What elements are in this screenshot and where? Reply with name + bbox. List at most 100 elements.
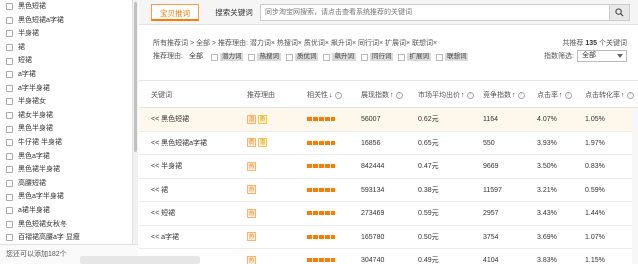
list-item[interactable]: 高腰短裙 (0, 177, 132, 191)
cell-keyword[interactable]: << 裙 (151, 179, 168, 202)
header-impressions[interactable]: 展现指数 ↑? (361, 90, 403, 100)
reason-label: 热搜词 (257, 53, 281, 61)
checkbox[interactable] (6, 16, 13, 24)
keyword-label: 黑色a字半身裙 (18, 193, 64, 201)
checkbox[interactable] (6, 30, 13, 38)
sort-arrow-icon[interactable]: ↑ (559, 92, 563, 99)
reason-option[interactable]: 同行词 (360, 53, 394, 61)
cell-keyword[interactable]: << a字裙 (151, 226, 179, 249)
reason-all-option[interactable]: 全部 (189, 50, 203, 64)
list-item[interactable]: 黑色短裙a字裙 (0, 14, 132, 28)
list-item[interactable]: 黑色a字裙 (0, 150, 132, 164)
sort-arrow-icon[interactable]: ↑ (512, 92, 516, 99)
checkbox[interactable] (6, 220, 13, 228)
tab-item-recommend[interactable]: 宝贝推词 (151, 4, 199, 21)
help-icon[interactable]: ? (334, 91, 342, 99)
table-row[interactable]: << 裙 593134 0.38元 11597 3.21% 0.59% 热 (139, 179, 638, 202)
list-item[interactable]: 短裙 (0, 54, 132, 68)
checkbox[interactable] (6, 193, 13, 201)
checkbox[interactable] (6, 180, 13, 188)
list-item[interactable]: 黑色裙半身裙 (0, 163, 132, 177)
left-list-scrollbar[interactable] (132, 0, 138, 244)
cell-keyword[interactable]: << 短裙 (151, 202, 175, 225)
header-relevance[interactable]: 相关性 ↓? (307, 90, 342, 100)
checkbox[interactable] (248, 53, 256, 61)
left-scroll-thumb[interactable] (134, 2, 137, 152)
checkbox[interactable] (360, 53, 368, 61)
list-item[interactable]: 半身裙 (0, 27, 132, 41)
checkbox[interactable] (6, 3, 13, 11)
relevance-bar (307, 140, 335, 145)
list-item[interactable]: 黑色a字半身裙 (0, 190, 132, 204)
list-item[interactable]: 百褶裙高腰a字 显瘦 (0, 231, 132, 244)
help-icon[interactable]: ? (564, 91, 572, 99)
checkbox[interactable] (6, 207, 13, 215)
checkbox[interactable] (6, 71, 13, 79)
search-button[interactable] (610, 4, 630, 21)
checkbox[interactable] (6, 98, 13, 106)
cell-reason: 热 (247, 249, 258, 264)
cell-keyword[interactable]: << 半身裙 (151, 155, 182, 178)
list-item[interactable]: 黑色半身裙 (0, 122, 132, 136)
help-icon[interactable]: ? (466, 91, 474, 99)
reason-option[interactable]: 联想词 (435, 53, 469, 61)
table-row[interactable]: << a字半身裙3047400.49元41043.83%1.15%热 (139, 249, 638, 264)
cell-relevance (307, 132, 335, 155)
header-ctr[interactable]: 点击率 ↑? (537, 90, 572, 100)
list-item[interactable]: 裙女半身裙 (0, 109, 132, 123)
reason-option[interactable]: 潜力词 (210, 53, 244, 61)
tab-search-keywords[interactable]: 搜索关键词 (209, 4, 259, 21)
header-avg-bid[interactable]: 市场平均出价 ↑? (418, 90, 474, 100)
sort-arrow-icon[interactable]: ↓ (329, 92, 333, 99)
list-item[interactable]: a字半身裙 (0, 82, 132, 96)
cell-impressions: 593134 (361, 186, 385, 194)
cell-keyword[interactable]: << 黑色短裙 (151, 108, 189, 131)
reason-option[interactable]: 飙升词 (323, 53, 356, 61)
checkbox[interactable] (6, 152, 13, 160)
help-icon[interactable]: ? (626, 91, 634, 99)
checkbox[interactable] (6, 234, 13, 242)
header-competition[interactable]: 竞争指数 ↑? (483, 90, 525, 100)
list-item[interactable]: a裙半身裙 (0, 204, 132, 218)
horizontal-scrollbar[interactable] (80, 256, 200, 264)
table-row[interactable]: << 黑色短裙 56007 0.62元 1164 4.07% 1.05% 潜质 (139, 108, 638, 132)
checkbox[interactable] (6, 166, 13, 174)
checkbox[interactable] (6, 44, 13, 52)
checkbox[interactable] (323, 53, 331, 61)
list-item[interactable]: 裙 (0, 41, 132, 55)
list-item[interactable]: a字裙 (0, 68, 132, 82)
checkbox[interactable] (6, 57, 13, 65)
keyword-search-box (260, 4, 610, 21)
keyword-label: 裙女半身裙 (18, 111, 53, 119)
index-filter-select[interactable]: 全部 (577, 50, 627, 62)
table-row[interactable]: << 短裙 273469 0.59元 2957 3.43% 1.44% 热 (139, 202, 638, 226)
checkbox[interactable] (6, 139, 13, 147)
checkbox[interactable] (435, 53, 443, 61)
list-item[interactable]: 半身裙女 (0, 95, 132, 109)
help-icon[interactable]: ? (395, 91, 403, 99)
table-scrollbar[interactable] (632, 108, 638, 264)
cell-competition: 4104 (483, 257, 499, 264)
list-item[interactable]: 牛仔裙 半身裙 (0, 136, 132, 150)
header-cvr[interactable]: 点击转化率 ↑? (585, 90, 634, 100)
sort-arrow-icon[interactable]: ↑ (461, 92, 465, 99)
cell-keyword[interactable]: << 黑色短裙a字裙 (151, 132, 207, 155)
checkbox[interactable] (6, 112, 13, 120)
checkbox[interactable] (285, 53, 293, 61)
table-row[interactable]: << 半身裙 842444 0.47元 9669 3.50% 0.83% 热 (139, 155, 638, 179)
table-row[interactable]: << 黑色短裙a字裙 16856 0.65元 550 3.93% 1.97% 质潜 (139, 132, 638, 155)
reason-option[interactable]: 热搜词 (248, 53, 281, 61)
reason-option[interactable]: 质优词 (285, 53, 319, 61)
list-item[interactable]: 黑色短裙 (0, 0, 132, 14)
reason-option[interactable]: 扩展词 (398, 53, 431, 61)
checkbox[interactable] (210, 53, 218, 61)
table-row[interactable]: << a字裙 165780 0.50元 3754 3.69% 1.07% 热 (139, 226, 638, 249)
checkbox[interactable] (6, 125, 13, 133)
checkbox[interactable] (6, 84, 13, 92)
sort-arrow-icon[interactable]: ↑ (621, 92, 625, 99)
keyword-search-input[interactable] (261, 5, 609, 20)
checkbox[interactable] (398, 53, 406, 61)
sort-arrow-icon[interactable]: ↑ (390, 92, 394, 99)
list-item[interactable]: 黑色短裙女秋冬 (0, 218, 132, 232)
help-icon[interactable]: ? (517, 91, 525, 99)
